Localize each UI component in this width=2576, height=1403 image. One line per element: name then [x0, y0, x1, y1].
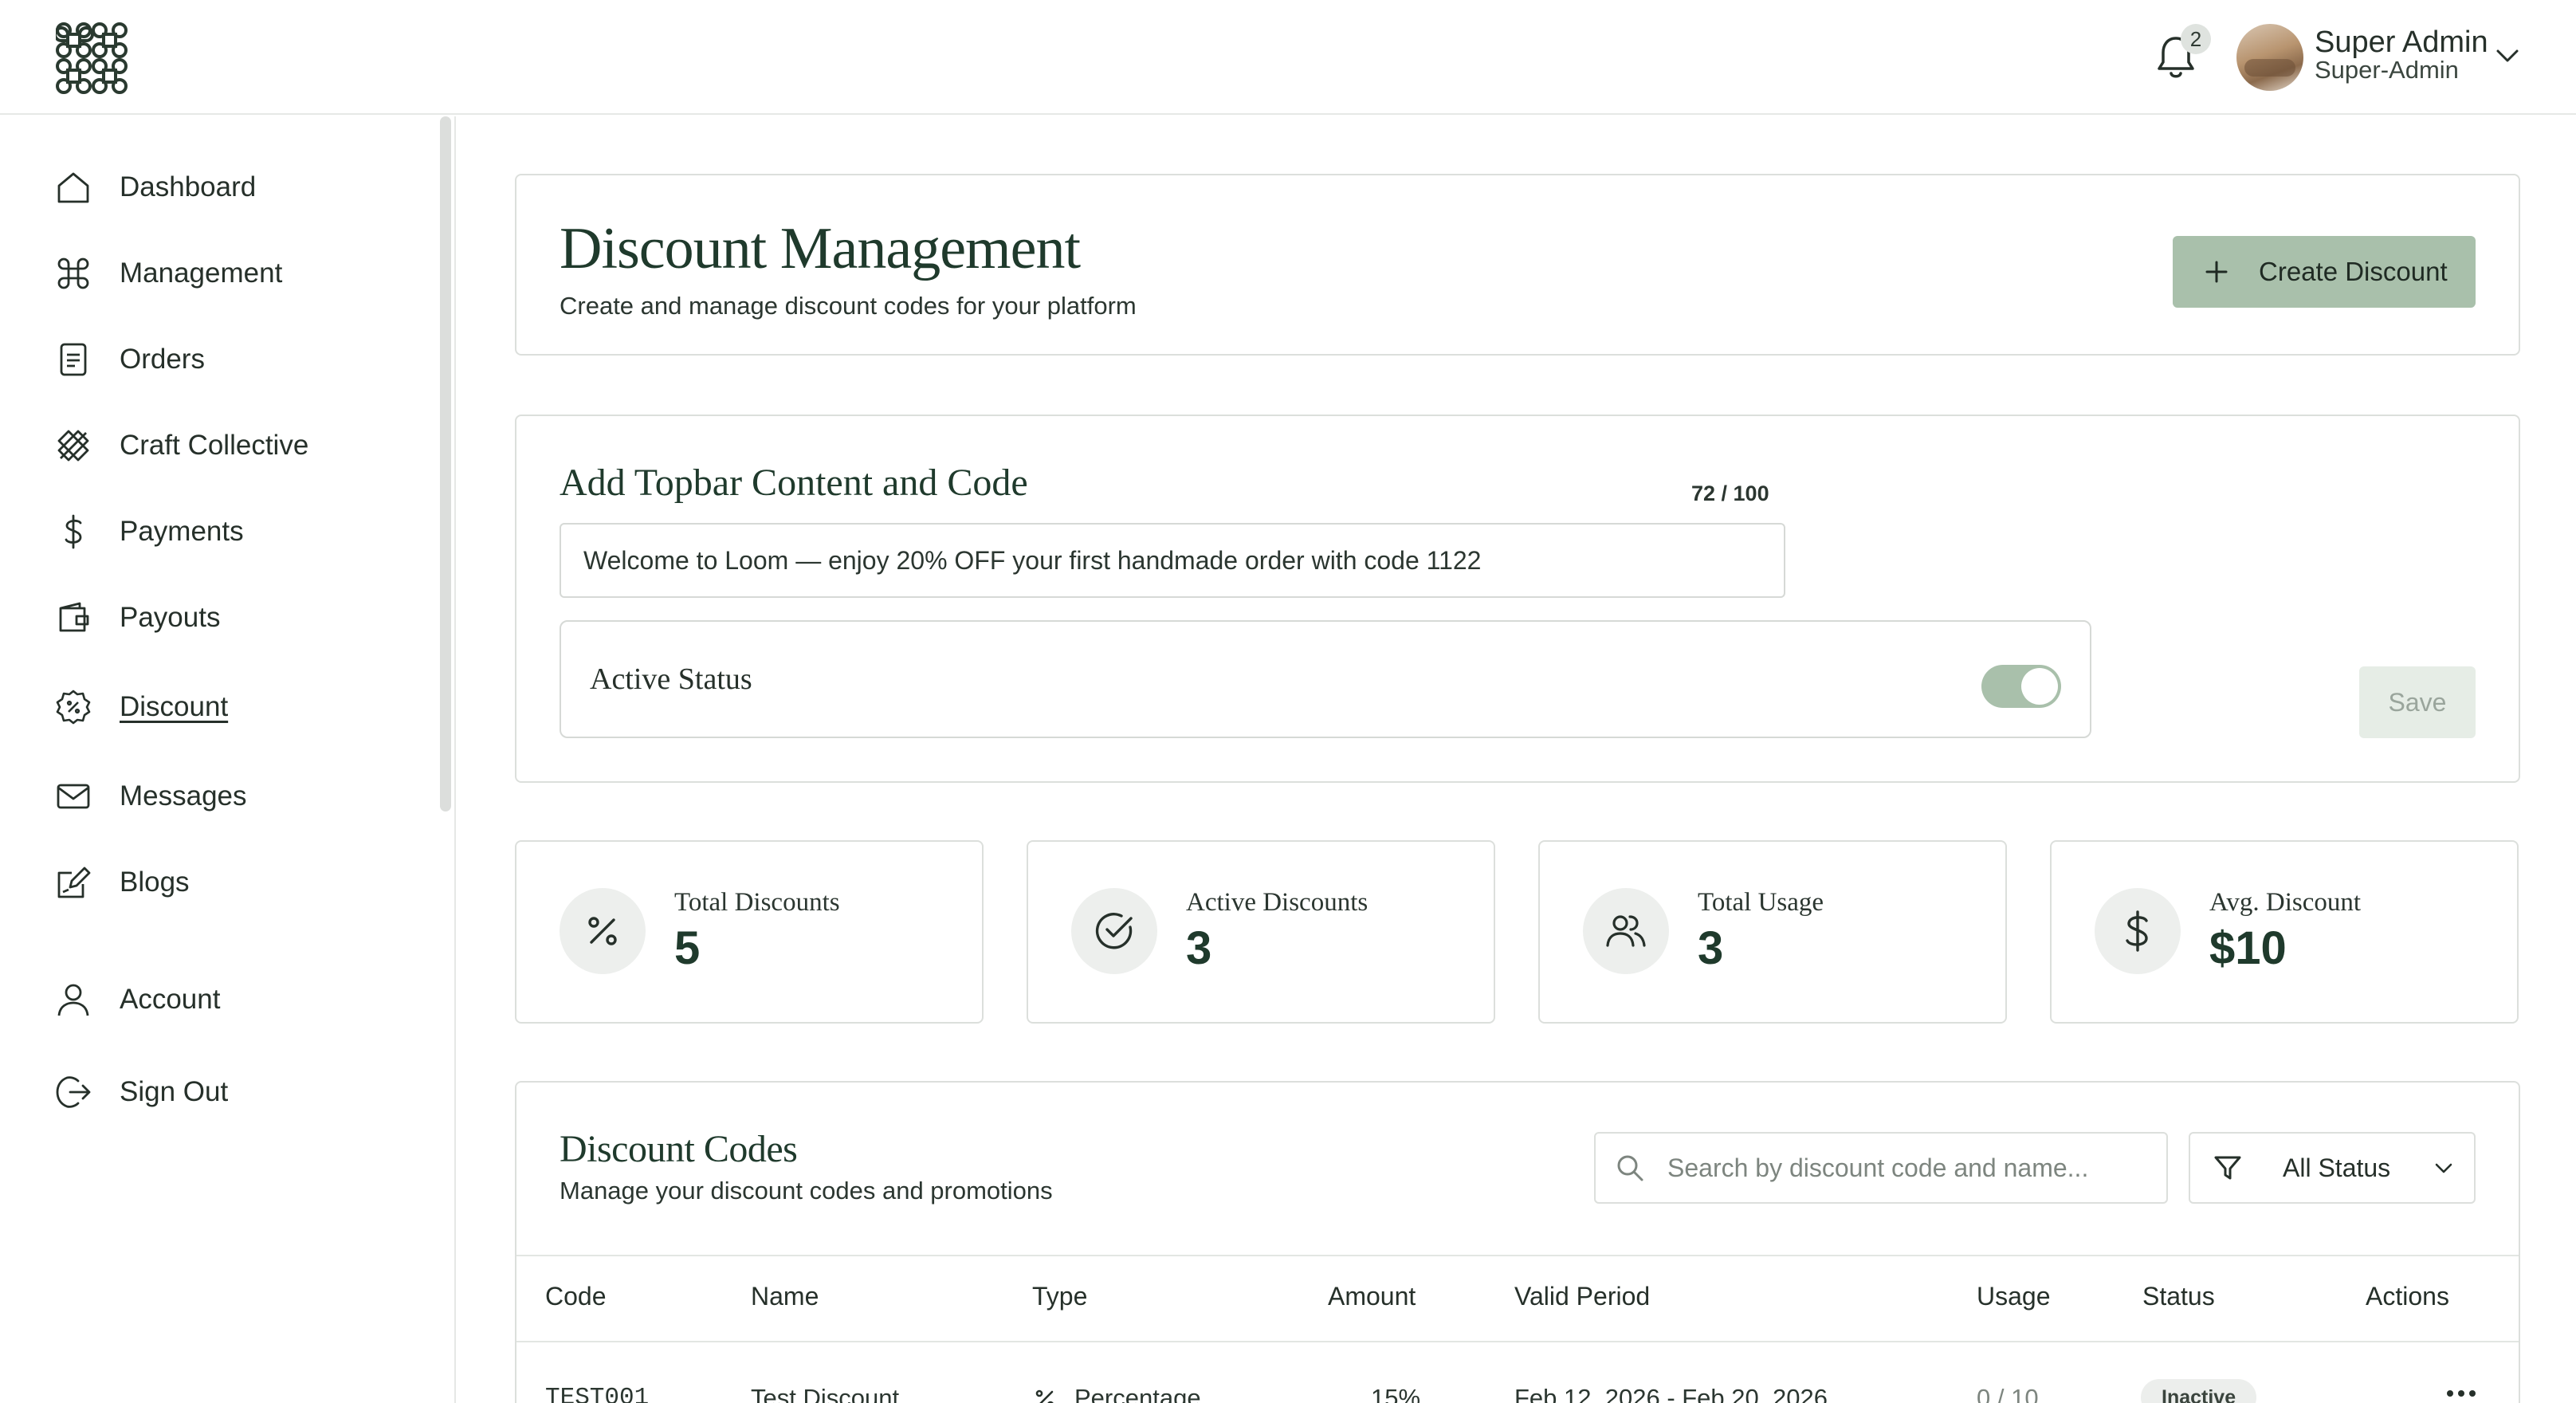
- stat-label: Active Discounts: [1186, 888, 1368, 917]
- sidebar-item-messages[interactable]: Messages: [54, 772, 247, 820]
- stat-label: Total Usage: [1698, 888, 1824, 917]
- sidebar-item-craft-collective[interactable]: Craft Collective: [54, 422, 308, 470]
- command-icon: [57, 257, 89, 289]
- sidebar-item-account[interactable]: Account: [54, 976, 220, 1024]
- mail-icon: [57, 784, 90, 809]
- sidebar-item-label: Discount: [120, 691, 229, 722]
- page-title: Discount Management: [560, 216, 1081, 281]
- cell-valid-period: Feb 12, 2026 - Feb 20, 2026: [1514, 1384, 1828, 1403]
- more-actions-icon[interactable]: [2445, 1389, 2477, 1398]
- sidebar-item-management[interactable]: Management: [54, 250, 282, 297]
- column-header-name[interactable]: Name: [751, 1282, 819, 1311]
- discount-codes-subtitle: Manage your discount codes and promotion…: [560, 1177, 1053, 1205]
- stat-label: Avg. Discount: [2209, 888, 2362, 917]
- user-name[interactable]: Super Admin: [2315, 26, 2488, 60]
- status-filter-value: All Status: [2283, 1153, 2391, 1182]
- sidebar-item-discount[interactable]: Discount: [54, 683, 228, 731]
- check-circle-icon: [1095, 913, 1133, 949]
- sidebar-item-label: Payments: [120, 516, 244, 547]
- plus-icon: [2205, 261, 2228, 283]
- dollar-icon: [2126, 910, 2148, 952]
- stat-icon-wrap: [2095, 888, 2181, 974]
- percent-icon: [588, 917, 617, 945]
- sidebar-item-blogs[interactable]: Blogs: [54, 859, 190, 906]
- dollar-icon: [65, 514, 82, 549]
- wallet-icon: [59, 602, 89, 632]
- stat-value: 5: [674, 922, 701, 974]
- column-header-amount[interactable]: Amount: [1328, 1282, 1416, 1311]
- sidebar-item-label: Management: [120, 257, 283, 289]
- discount-badge-icon: [56, 690, 91, 725]
- stat-icon-wrap: [560, 888, 646, 974]
- save-button[interactable]: Save: [2359, 666, 2476, 738]
- sidebar-item-label: Payouts: [120, 602, 221, 633]
- sidebar-item-label: Messages: [120, 780, 247, 812]
- column-header-valid-period[interactable]: Valid Period: [1514, 1282, 1650, 1311]
- chevron-down-icon: [2435, 1163, 2452, 1173]
- top-bar: 2 Super Admin Super-Admin: [0, 0, 2576, 115]
- status-filter-select[interactable]: All Status: [2189, 1132, 2476, 1204]
- create-discount-label: Create Discount: [2259, 257, 2448, 286]
- sidebar-item-label: Sign Out: [120, 1076, 229, 1107]
- column-header-usage[interactable]: Usage: [1977, 1282, 2051, 1311]
- column-header-type[interactable]: Type: [1032, 1282, 1087, 1311]
- topbar-content-title: Add Topbar Content and Code: [560, 462, 1028, 504]
- stat-value: 3: [1186, 922, 1212, 974]
- sidebar-item-label: Account: [120, 984, 221, 1015]
- percent-icon: [1035, 1389, 1054, 1403]
- edit-icon: [57, 867, 91, 898]
- stat-icon-wrap: [1583, 888, 1669, 974]
- discount-codes-title: Discount Codes: [560, 1128, 798, 1170]
- notification-count-badge: 2: [2181, 24, 2211, 54]
- active-status-box: [560, 620, 2091, 738]
- sign-out-icon: [56, 1076, 91, 1108]
- search-placeholder: Search by discount code and name...: [1667, 1153, 2089, 1182]
- brand-logo[interactable]: [56, 22, 128, 94]
- sidebar-item-label: Blogs: [120, 867, 190, 898]
- chevron-down-icon[interactable]: [2495, 46, 2520, 65]
- cell-code: TEST001: [545, 1384, 650, 1403]
- page-subtitle: Create and manage discount codes for you…: [560, 292, 1137, 320]
- topbar-content-input[interactable]: [560, 523, 1785, 598]
- stat-icon-wrap: [1071, 888, 1157, 974]
- search-icon: [1617, 1155, 1643, 1181]
- character-count: 72 / 100: [1691, 481, 1769, 505]
- sidebar-item-sign-out[interactable]: Sign Out: [54, 1068, 228, 1116]
- sidebar-item-payouts[interactable]: Payouts: [54, 594, 220, 642]
- sidebar-item-label: Dashboard: [120, 171, 257, 202]
- column-header-actions: Actions: [2366, 1282, 2449, 1311]
- sidebar-item-label: Orders: [120, 344, 205, 375]
- cell-amount: 15%: [1371, 1384, 1421, 1403]
- create-discount-button[interactable]: Create Discount: [2173, 236, 2476, 308]
- avatar[interactable]: [2236, 24, 2303, 91]
- home-icon: [57, 172, 89, 203]
- cell-type: Percentage: [1074, 1384, 1201, 1403]
- tools-icon: [57, 430, 89, 462]
- active-status-label: Active Status: [590, 662, 752, 696]
- sidebar-scrollbar[interactable]: [440, 116, 451, 812]
- column-header-code[interactable]: Code: [545, 1282, 607, 1311]
- document-icon: [60, 343, 87, 376]
- active-status-toggle[interactable]: [1981, 665, 2061, 708]
- discount-codes-card: [515, 1081, 2520, 1403]
- sidebar-item-dashboard[interactable]: Dashboard: [54, 163, 256, 211]
- filter-icon: [2214, 1156, 2241, 1180]
- stat-value: $10: [2209, 922, 2287, 974]
- sidebar-item-orders[interactable]: Orders: [54, 336, 205, 383]
- user-role: Super-Admin: [2315, 56, 2459, 84]
- stat-label: Total Discounts: [674, 888, 840, 917]
- cell-usage: 0 / 10: [1977, 1384, 2039, 1403]
- sidebar-item-payments[interactable]: Payments: [54, 508, 244, 556]
- column-header-status[interactable]: Status: [2142, 1282, 2215, 1311]
- cell-name: Test Discount: [751, 1384, 900, 1403]
- search-input[interactable]: Search by discount code and name...: [1594, 1132, 2168, 1204]
- sidebar: [0, 116, 456, 1403]
- users-icon: [1606, 915, 1646, 947]
- user-icon: [57, 984, 89, 1016]
- stat-value: 3: [1698, 922, 1724, 974]
- status-badge: Inactive: [2141, 1379, 2257, 1403]
- sidebar-item-label: Craft Collective: [120, 430, 309, 461]
